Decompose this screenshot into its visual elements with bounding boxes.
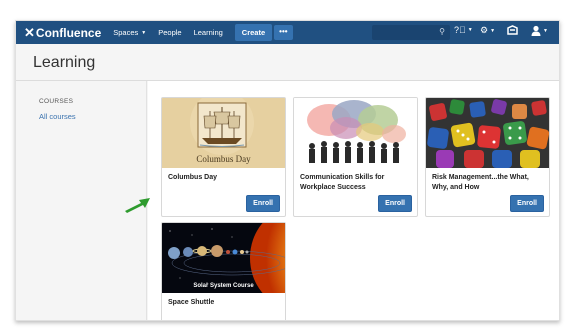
notifications-icon: [507, 25, 518, 35]
nav-learning-label: Learning: [193, 28, 223, 37]
course-title[interactable]: Risk Management...the What, Why, and How: [432, 173, 545, 192]
search-icon: ⚲: [439, 27, 445, 36]
nav-people-label: People: [158, 28, 182, 37]
nav-people[interactable]: People: [158, 28, 181, 37]
course-card[interactable]: Risk Management...the What, Why, and How…: [425, 97, 550, 217]
gear-icon: ⚙: [480, 25, 489, 35]
chevron-down-icon: ▼: [141, 29, 147, 36]
course-title[interactable]: Space Shuttle: [168, 298, 281, 308]
help-menu[interactable]: ?⃝ ▼: [454, 25, 473, 35]
user-avatar-icon: [531, 25, 541, 36]
speech-bubbles-illustration: [294, 98, 417, 168]
nav-spaces[interactable]: Spaces ▼: [113, 28, 146, 37]
top-navigation-bar: ✕ Confluence Spaces ▼ People Learning Cr…: [16, 21, 559, 44]
user-menu[interactable]: ▼: [531, 25, 548, 36]
course-card[interactable]: Solar System Course Space Shuttle: [161, 222, 286, 320]
confluence-logo[interactable]: ✕ Confluence: [24, 25, 101, 41]
thumbnail-caption: Solar System Course: [193, 283, 254, 289]
help-icon: ?⃝: [454, 25, 466, 35]
page-title: Learning: [33, 54, 96, 71]
nav-learning[interactable]: Learning: [194, 28, 223, 37]
course-title[interactable]: Columbus Day: [168, 173, 281, 183]
confluence-window: ✕ Confluence Spaces ▼ People Learning Cr…: [15, 20, 560, 321]
enroll-button[interactable]: Enroll: [378, 195, 412, 212]
chevron-down-icon: ▼: [490, 27, 496, 34]
sidebar-item-all-courses[interactable]: All courses: [39, 112, 76, 121]
course-card[interactable]: Columbus Day Columbus Day Enroll: [161, 97, 286, 217]
more-button[interactable]: •••: [274, 25, 293, 40]
annotation-arrow-icon: [125, 198, 150, 213]
course-title[interactable]: Communication Skills for Workplace Succe…: [300, 173, 413, 192]
course-thumbnail: [426, 98, 549, 168]
page-header: Learning: [16, 44, 559, 81]
chevron-down-icon: ▼: [543, 27, 548, 34]
enroll-button[interactable]: Enroll: [510, 195, 544, 212]
course-thumbnail: [294, 98, 417, 168]
sidebar-heading: COURSES: [39, 98, 74, 105]
confluence-x-icon: ✕: [24, 24, 35, 40]
logo-text: Confluence: [35, 25, 102, 40]
nav-spaces-label: Spaces: [113, 28, 139, 37]
course-thumbnail: Solar System Course: [162, 223, 285, 293]
dice-illustration: [426, 98, 549, 168]
search-input[interactable]: ⚲: [372, 25, 450, 40]
course-card[interactable]: Communication Skills for Workplace Succe…: [293, 97, 418, 217]
create-button[interactable]: Create: [234, 24, 273, 41]
thumbnail-caption: Columbus Day: [196, 154, 251, 164]
course-thumbnail: Columbus Day: [162, 98, 285, 168]
chevron-down-icon: ▼: [467, 27, 473, 33]
enroll-button[interactable]: Enroll: [246, 195, 280, 212]
course-grid: Columbus Day Columbus Day Enroll Communi…: [148, 81, 559, 320]
notifications-button[interactable]: [507, 25, 518, 35]
settings-menu[interactable]: ⚙ ▼: [480, 25, 495, 36]
